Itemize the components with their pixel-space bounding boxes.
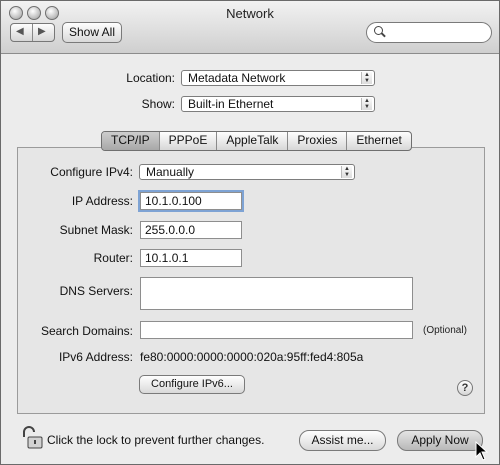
router-label: Router: [93, 251, 133, 265]
subnet-mask-field[interactable]: 255.0.0.0 [140, 221, 242, 239]
ip-address-label: IP Address: [71, 194, 133, 208]
arrow-right-icon[interactable]: ▶ [38, 26, 46, 37]
configure-ipv4-popup[interactable]: Manually ▲ ▼ [139, 164, 355, 180]
tab-proxies[interactable]: Proxies [287, 132, 346, 150]
configure-ipv4-value: Manually [146, 165, 195, 179]
tab-bar: TCP/IP PPPoE AppleTalk Proxies Ethernet [101, 131, 412, 151]
assist-me-button[interactable]: Assist me... [299, 430, 386, 451]
show-popup[interactable]: Built-in Ethernet ▲ ▼ [181, 96, 375, 112]
popup-arrows-icon: ▲ ▼ [341, 166, 352, 178]
show-all-button[interactable]: Show All [62, 22, 122, 43]
configure-ipv4-label: Configure IPv4: [50, 165, 133, 179]
dns-servers-field[interactable] [140, 277, 413, 310]
tab-tcpip[interactable]: TCP/IP [102, 132, 159, 150]
location-value: Metadata Network [188, 71, 286, 85]
segment-divider [32, 24, 33, 41]
tab-pppoe[interactable]: PPPoE [158, 132, 217, 150]
search-domains-field[interactable] [140, 321, 413, 339]
popup-arrows-icon: ▲ ▼ [361, 72, 372, 84]
subnet-mask-label: Subnet Mask: [59, 223, 133, 237]
window-title: Network [226, 6, 274, 21]
back-forward-control: ◀ ▶ [10, 23, 55, 42]
title-bar: Network ◀ ▶ Show All [1, 1, 499, 54]
arrow-left-icon[interactable]: ◀ [16, 26, 24, 37]
search-domains-label: Search Domains: [40, 324, 133, 338]
search-field[interactable] [366, 22, 492, 43]
apply-now-button[interactable]: Apply Now [397, 430, 483, 451]
network-preferences-window: Network ◀ ▶ Show All Location: Metadata … [0, 0, 500, 465]
lock-message: Click the lock to prevent further change… [47, 433, 265, 447]
tab-ethernet[interactable]: Ethernet [346, 132, 410, 150]
router-field[interactable]: 10.1.0.1 [140, 249, 242, 267]
dns-servers-label: DNS Servers: [59, 284, 133, 298]
help-icon[interactable]: ? [457, 380, 473, 396]
configure-ipv6-button[interactable]: Configure IPv6... [139, 375, 245, 394]
mouse-pointer-icon [475, 441, 489, 461]
tab-appletalk[interactable]: AppleTalk [216, 132, 287, 150]
show-value: Built-in Ethernet [188, 97, 274, 111]
location-popup[interactable]: Metadata Network ▲ ▼ [181, 70, 375, 86]
ipv6-address-value: fe80:0000:0000:0000:020a:95ff:fed4:805a [140, 350, 364, 364]
lock-icon[interactable] [19, 425, 45, 451]
location-label: Location: [126, 71, 175, 85]
optional-label: (Optional) [423, 325, 467, 336]
ip-address-field[interactable]: 10.1.0.100 [138, 190, 244, 212]
search-icon-handle [381, 32, 386, 38]
show-label: Show: [141, 97, 175, 111]
ipv6-address-label: IPv6 Address: [58, 350, 133, 364]
popup-arrows-icon: ▲ ▼ [361, 98, 372, 110]
